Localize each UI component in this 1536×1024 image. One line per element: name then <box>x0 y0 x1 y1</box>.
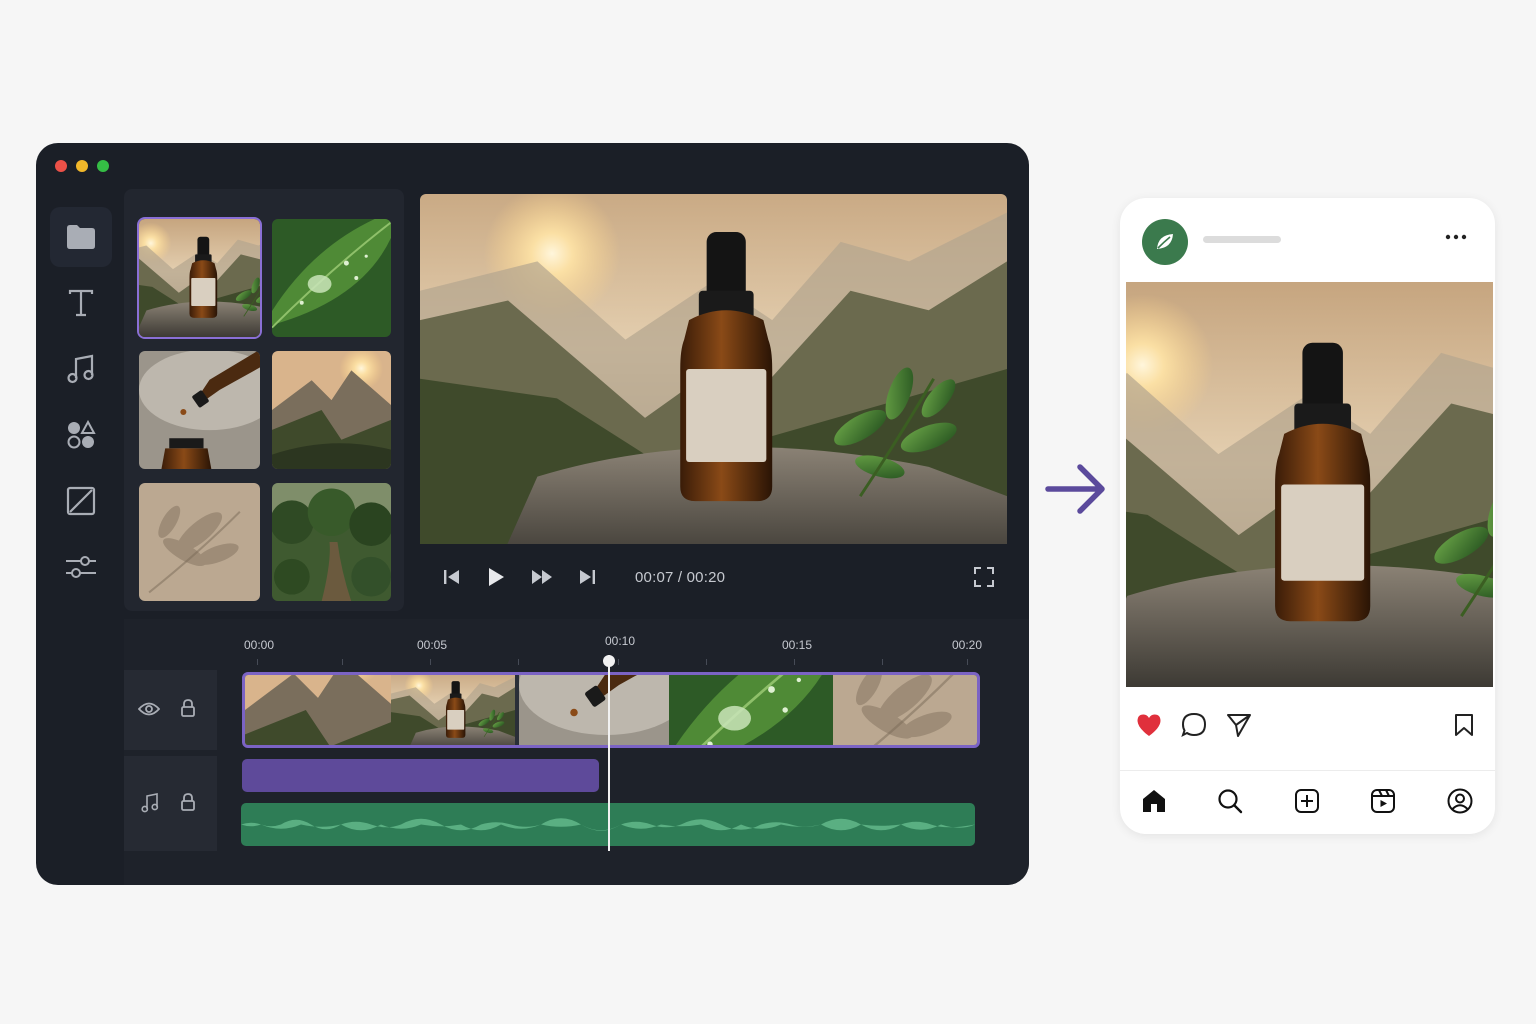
media-thumbnail[interactable] <box>272 483 391 601</box>
ruler-label: 00:10 <box>605 634 636 648</box>
ruler-tick <box>967 659 968 665</box>
video-clip-strip[interactable] <box>242 672 980 748</box>
media-thumbnail[interactable] <box>139 351 260 469</box>
audio-track-toggle[interactable] <box>140 792 160 814</box>
timeline[interactable]: 00:00 00:05 00:10 00:15 00:20 <box>124 619 1029 885</box>
ruler-tick <box>342 659 343 665</box>
add-icon <box>1295 789 1319 813</box>
ruler-tick <box>257 659 258 665</box>
close-window-button[interactable] <box>55 160 67 172</box>
adjust-sliders-icon <box>66 556 96 578</box>
playhead-handle[interactable] <box>603 655 615 667</box>
ruler-tick <box>882 659 883 665</box>
video-track-header <box>124 670 217 750</box>
sidebar-item-crop[interactable] <box>50 471 112 531</box>
video-editor-window: 00:07 / 00:20 00:00 00:05 00:10 00:15 00… <box>36 143 1029 885</box>
crop-icon <box>66 486 96 516</box>
profile-icon <box>1447 788 1473 814</box>
ruler-label: 00:05 <box>417 638 448 652</box>
fast-forward-button[interactable] <box>530 566 554 588</box>
avatar[interactable] <box>1142 219 1188 265</box>
ruler-label: 00:20 <box>952 638 983 652</box>
audio-clip[interactable] <box>242 759 599 792</box>
ruler-tick <box>618 659 619 665</box>
media-thumbnail[interactable] <box>272 219 391 337</box>
more-options-button[interactable] <box>1442 226 1470 248</box>
play-icon <box>489 568 504 586</box>
like-button[interactable] <box>1136 712 1162 738</box>
nav-create[interactable] <box>1293 787 1321 815</box>
media-thumbnail[interactable] <box>139 219 260 337</box>
fullscreen-button[interactable] <box>973 566 995 588</box>
lock-icon <box>181 793 195 811</box>
visibility-toggle[interactable] <box>138 698 160 720</box>
fullscreen-icon <box>974 567 994 587</box>
heart-icon <box>1137 714 1161 736</box>
music-icon <box>67 354 94 384</box>
bookmark-button[interactable] <box>1453 712 1475 738</box>
more-dots-icon <box>1445 234 1467 240</box>
post-actions <box>1120 688 1495 768</box>
lock-icon <box>181 699 195 717</box>
skip-forward-icon <box>580 570 595 584</box>
text-icon <box>68 289 94 317</box>
minimize-window-button[interactable] <box>76 160 88 172</box>
username-placeholder <box>1203 236 1281 243</box>
bottom-nav <box>1120 771 1495 834</box>
skip-forward-button[interactable] <box>577 566 597 588</box>
video-preview[interactable] <box>420 194 1007 544</box>
player-controls: 00:07 / 00:20 <box>420 544 1007 610</box>
music-note-icon <box>141 793 159 813</box>
search-icon <box>1218 789 1243 814</box>
comment-icon <box>1181 712 1207 737</box>
maximize-window-button[interactable] <box>97 160 109 172</box>
skip-back-icon <box>444 570 459 584</box>
nav-home[interactable] <box>1140 787 1168 815</box>
ruler-label: 00:00 <box>244 638 275 652</box>
ruler-tick <box>794 659 795 665</box>
sidebar-item-audio[interactable] <box>50 339 112 399</box>
share-icon <box>1227 714 1251 737</box>
ruler-tick <box>706 659 707 665</box>
leaf-logo-icon <box>1157 234 1173 249</box>
ruler-tick <box>518 659 519 665</box>
arrow-right-icon <box>1045 464 1105 514</box>
sidebar-item-media[interactable] <box>50 207 112 267</box>
nav-reels[interactable] <box>1369 787 1397 815</box>
timecode: 00:07 / 00:20 <box>635 569 726 586</box>
shapes-icon <box>67 420 96 449</box>
sidebar-item-text[interactable] <box>50 273 112 333</box>
fast-forward-icon <box>532 570 552 584</box>
sidebar-item-adjust[interactable] <box>50 537 112 597</box>
lock-toggle[interactable] <box>178 697 198 719</box>
comment-button[interactable] <box>1181 712 1207 738</box>
eye-icon <box>138 702 160 716</box>
reels-icon <box>1371 789 1395 813</box>
play-button[interactable] <box>486 566 506 588</box>
media-thumbnail[interactable] <box>272 351 391 469</box>
media-thumbnail[interactable] <box>139 483 260 601</box>
nav-search[interactable] <box>1216 787 1244 815</box>
share-button[interactable] <box>1226 712 1252 738</box>
editor-sidebar <box>50 191 112 881</box>
skip-back-button[interactable] <box>442 566 462 588</box>
ruler-label: 00:15 <box>782 638 813 652</box>
lock-toggle[interactable] <box>178 791 198 813</box>
playhead[interactable] <box>608 655 610 851</box>
media-library-panel <box>124 189 404 611</box>
home-icon <box>1143 790 1165 812</box>
sidebar-item-elements[interactable] <box>50 405 112 465</box>
ruler-tick <box>430 659 431 665</box>
nav-profile[interactable] <box>1446 787 1474 815</box>
bookmark-icon <box>1455 714 1473 736</box>
folder-icon <box>67 225 95 249</box>
social-post-preview <box>1120 198 1495 834</box>
audio-track-header <box>124 756 217 851</box>
post-image[interactable] <box>1126 282 1493 687</box>
